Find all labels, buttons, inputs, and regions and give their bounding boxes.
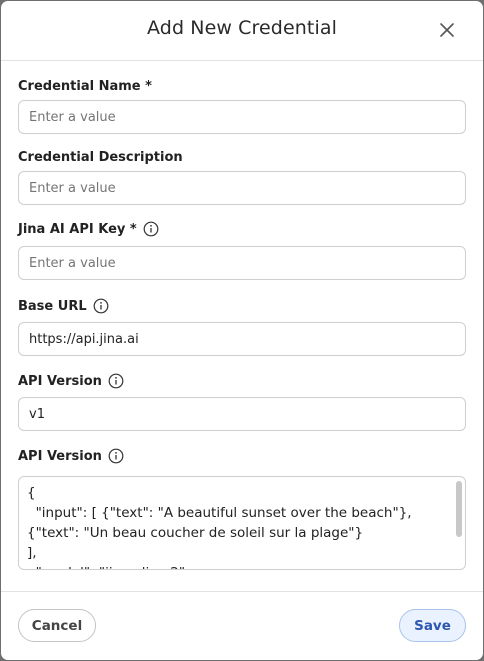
dialog-footer: Cancel Save xyxy=(1,591,483,660)
add-credential-dialog: Add New Credential Credential Name * Cre… xyxy=(1,1,483,660)
base-url-label: Base URL xyxy=(18,298,109,314)
cancel-button[interactable]: Cancel xyxy=(18,609,96,642)
dialog-title: Add New Credential xyxy=(147,17,337,39)
info-icon[interactable] xyxy=(108,448,124,464)
close-icon[interactable] xyxy=(437,20,457,40)
api-version-label: API Version xyxy=(18,373,124,389)
credential-description-label: Credential Description xyxy=(18,150,183,165)
request-body-text[interactable]: { "input": [ {"text": "A beautiful sunse… xyxy=(19,477,465,569)
request-body-textarea[interactable]: { "input": [ {"text": "A beautiful sunse… xyxy=(18,476,466,570)
base-url-input[interactable] xyxy=(18,322,466,356)
info-icon[interactable] xyxy=(93,298,109,314)
api-key-label: Jina AI API Key * xyxy=(18,221,159,237)
request-body-label: API Version xyxy=(18,448,124,464)
dialog-header: Add New Credential xyxy=(1,1,483,61)
api-key-input[interactable] xyxy=(18,246,466,280)
textarea-scrollbar[interactable] xyxy=(456,481,462,537)
api-version-input[interactable] xyxy=(18,397,466,431)
credential-description-input[interactable] xyxy=(18,171,466,205)
info-icon[interactable] xyxy=(108,373,124,389)
credential-name-input[interactable] xyxy=(18,100,466,134)
info-icon[interactable] xyxy=(143,221,159,237)
save-button[interactable]: Save xyxy=(399,609,466,642)
credential-name-label: Credential Name * xyxy=(18,79,152,94)
